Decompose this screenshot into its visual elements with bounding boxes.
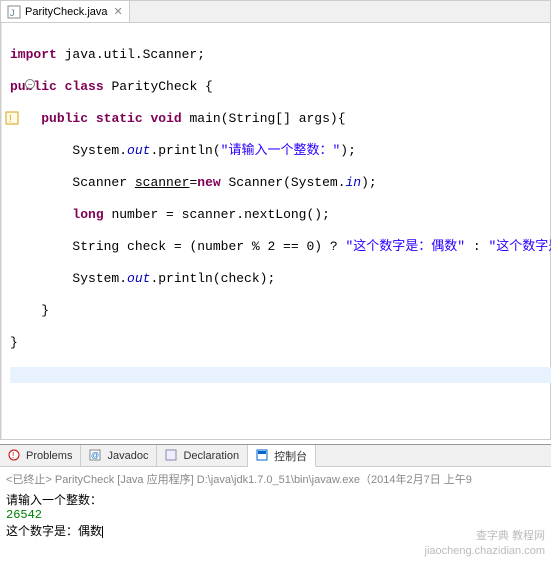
warning-icon: ! bbox=[5, 111, 19, 125]
console-output-line: 这个数字是：偶数 bbox=[6, 522, 545, 539]
javadoc-icon: @ bbox=[89, 449, 103, 463]
current-line-highlight bbox=[10, 367, 551, 383]
declaration-icon bbox=[165, 449, 179, 463]
tab-filename: ParityCheck.java bbox=[25, 6, 108, 18]
svg-text:@: @ bbox=[91, 451, 99, 460]
console-prompt-line: 请输入一个整数： bbox=[6, 491, 545, 508]
console-output[interactable]: <已终止> ParityCheck [Java 应用程序] D:\java\jd… bbox=[0, 467, 551, 543]
problems-icon: ! bbox=[8, 449, 22, 463]
tab-javadoc[interactable]: @ Javadoc bbox=[81, 445, 157, 466]
bottom-panel: ! Problems @ Javadoc Declaration 控制台 <已终… bbox=[0, 444, 551, 543]
code-content[interactable]: import java.util.Scanner; public class P… bbox=[2, 23, 551, 439]
editor-area: J ParityCheck.java ✕ − ! import java.uti… bbox=[0, 0, 551, 440]
svg-text:!: ! bbox=[9, 114, 12, 125]
bottom-tab-bar: ! Problems @ Javadoc Declaration 控制台 bbox=[0, 445, 551, 467]
gutter: − ! bbox=[1, 23, 2, 439]
svg-text:J: J bbox=[10, 8, 15, 18]
tab-console[interactable]: 控制台 bbox=[248, 445, 316, 467]
editor-tab[interactable]: J ParityCheck.java ✕ bbox=[1, 1, 130, 22]
cursor bbox=[102, 526, 103, 538]
tab-problems[interactable]: ! Problems bbox=[0, 445, 81, 466]
console-icon bbox=[256, 449, 270, 463]
fold-icon[interactable]: − bbox=[25, 79, 35, 89]
watermark-url: jiaocheng.chazidian.com bbox=[425, 545, 545, 557]
java-file-icon: J bbox=[7, 5, 21, 19]
console-header: <已终止> ParityCheck [Java 应用程序] D:\java\jd… bbox=[6, 471, 545, 487]
code-editor[interactable]: − ! import java.util.Scanner; public cla… bbox=[1, 23, 550, 439]
close-icon[interactable]: ✕ bbox=[114, 5, 123, 18]
console-input-line: 26542 bbox=[6, 508, 545, 522]
svg-text:!: ! bbox=[12, 451, 14, 460]
editor-tab-bar: J ParityCheck.java ✕ bbox=[1, 1, 550, 23]
tab-declaration[interactable]: Declaration bbox=[157, 445, 248, 466]
